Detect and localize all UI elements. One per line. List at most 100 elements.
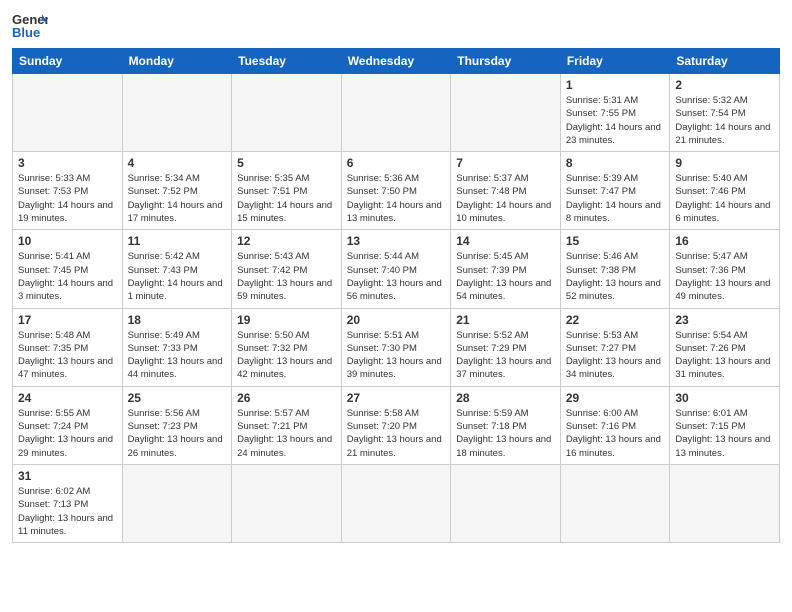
- day-number: 10: [18, 234, 117, 248]
- day-number: 30: [675, 391, 774, 405]
- day-info: Sunrise: 5:52 AM Sunset: 7:29 PM Dayligh…: [456, 329, 555, 382]
- day-info: Sunrise: 5:35 AM Sunset: 7:51 PM Dayligh…: [237, 172, 336, 225]
- logo: General Blue: [12, 10, 48, 40]
- weekday-saturday: Saturday: [670, 49, 780, 74]
- day-number: 18: [128, 313, 227, 327]
- day-info: Sunrise: 5:46 AM Sunset: 7:38 PM Dayligh…: [566, 250, 665, 303]
- calendar-cell-w1d0: 3 Sunrise: 5:33 AM Sunset: 7:53 PM Daylig…: [13, 152, 123, 230]
- day-info: Sunrise: 5:34 AM Sunset: 7:52 PM Dayligh…: [128, 172, 227, 225]
- day-number: 5: [237, 156, 336, 170]
- calendar-cell-w1d1: 4 Sunrise: 5:34 AM Sunset: 7:52 PM Daylig…: [122, 152, 232, 230]
- day-info: Sunrise: 6:01 AM Sunset: 7:15 PM Dayligh…: [675, 407, 774, 460]
- day-number: 11: [128, 234, 227, 248]
- day-number: 24: [18, 391, 117, 405]
- day-number: 20: [347, 313, 446, 327]
- calendar-cell-w1d4: 7Sunrise: 5:37 AM Sunset: 7:48 PM Daylig…: [451, 152, 561, 230]
- calendar-cell-w1d3: 6 Sunrise: 5:36 AM Sunset: 7:50 PM Daylig…: [341, 152, 451, 230]
- day-number: 21: [456, 313, 555, 327]
- day-info: Sunrise: 5:53 AM Sunset: 7:27 PM Dayligh…: [566, 329, 665, 382]
- calendar-cell-w2d6: 16Sunrise: 5:47 AM Sunset: 7:36 PM Dayli…: [670, 230, 780, 308]
- day-number: 17: [18, 313, 117, 327]
- calendar-cell-w4d0: 24 Sunrise: 5:55 AM Sunset: 7:24 PM Dayli…: [13, 386, 123, 464]
- day-number: 27: [347, 391, 446, 405]
- day-number: 13: [347, 234, 446, 248]
- calendar-table: SundayMondayTuesdayWednesdayThursdayFrid…: [12, 48, 780, 543]
- day-number: 25: [128, 391, 227, 405]
- calendar-cell-w5d6: [670, 464, 780, 542]
- calendar-cell-w5d2: [232, 464, 342, 542]
- day-number: 15: [566, 234, 665, 248]
- day-info: Sunrise: 5:42 AM Sunset: 7:43 PM Dayligh…: [128, 250, 227, 303]
- calendar-week-1: 3 Sunrise: 5:33 AM Sunset: 7:53 PM Daylig…: [13, 152, 780, 230]
- weekday-header-row: SundayMondayTuesdayWednesdayThursdayFrid…: [13, 49, 780, 74]
- day-info: Sunrise: 5:41 AM Sunset: 7:45 PM Dayligh…: [18, 250, 117, 303]
- day-number: 19: [237, 313, 336, 327]
- day-info: Sunrise: 5:39 AM Sunset: 7:47 PM Dayligh…: [566, 172, 665, 225]
- calendar-cell-w5d4: [451, 464, 561, 542]
- day-number: 3: [18, 156, 117, 170]
- calendar-cell-w3d3: 20 Sunrise: 5:51 AM Sunset: 7:30 PM Dayli…: [341, 308, 451, 386]
- calendar-cell-w2d1: 11 Sunrise: 5:42 AM Sunset: 7:43 PM Dayli…: [122, 230, 232, 308]
- weekday-monday: Monday: [122, 49, 232, 74]
- day-number: 8: [566, 156, 665, 170]
- day-number: 29: [566, 391, 665, 405]
- calendar-cell-w2d4: 14Sunrise: 5:45 AM Sunset: 7:39 PM Dayli…: [451, 230, 561, 308]
- day-info: Sunrise: 5:51 AM Sunset: 7:30 PM Dayligh…: [347, 329, 446, 382]
- logo-icon: General Blue: [12, 10, 48, 40]
- day-number: 23: [675, 313, 774, 327]
- calendar-cell-w4d6: 30 Sunrise: 6:01 AM Sunset: 7:15 PM Dayli…: [670, 386, 780, 464]
- calendar-cell-w3d1: 18 Sunrise: 5:49 AM Sunset: 7:33 PM Dayli…: [122, 308, 232, 386]
- day-number: 4: [128, 156, 227, 170]
- day-info: Sunrise: 5:59 AM Sunset: 7:18 PM Dayligh…: [456, 407, 555, 460]
- calendar-cell-w0d2: [232, 74, 342, 152]
- day-info: Sunrise: 5:58 AM Sunset: 7:20 PM Dayligh…: [347, 407, 446, 460]
- weekday-sunday: Sunday: [13, 49, 123, 74]
- weekday-tuesday: Tuesday: [232, 49, 342, 74]
- calendar-cell-w3d2: 19 Sunrise: 5:50 AM Sunset: 7:32 PM Dayli…: [232, 308, 342, 386]
- calendar-cell-w4d1: 25Sunrise: 5:56 AM Sunset: 7:23 PM Dayli…: [122, 386, 232, 464]
- day-info: Sunrise: 5:36 AM Sunset: 7:50 PM Dayligh…: [347, 172, 446, 225]
- day-info: Sunrise: 5:47 AM Sunset: 7:36 PM Dayligh…: [675, 250, 774, 303]
- calendar-cell-w4d2: 26Sunrise: 5:57 AM Sunset: 7:21 PM Dayli…: [232, 386, 342, 464]
- day-number: 14: [456, 234, 555, 248]
- day-info: Sunrise: 5:50 AM Sunset: 7:32 PM Dayligh…: [237, 329, 336, 382]
- day-number: 6: [347, 156, 446, 170]
- day-info: Sunrise: 5:40 AM Sunset: 7:46 PM Dayligh…: [675, 172, 774, 225]
- day-info: Sunrise: 5:31 AM Sunset: 7:55 PM Dayligh…: [566, 94, 665, 147]
- calendar-cell-w1d5: 8 Sunrise: 5:39 AM Sunset: 7:47 PM Daylig…: [560, 152, 670, 230]
- calendar-cell-w0d4: [451, 74, 561, 152]
- weekday-thursday: Thursday: [451, 49, 561, 74]
- svg-text:Blue: Blue: [12, 25, 40, 40]
- calendar-cell-w4d4: 28 Sunrise: 5:59 AM Sunset: 7:18 PM Dayli…: [451, 386, 561, 464]
- calendar-cell-w0d1: [122, 74, 232, 152]
- calendar-week-5: 31 Sunrise: 6:02 AM Sunset: 7:13 PM Dayli…: [13, 464, 780, 542]
- day-info: Sunrise: 5:49 AM Sunset: 7:33 PM Dayligh…: [128, 329, 227, 382]
- day-info: Sunrise: 5:33 AM Sunset: 7:53 PM Dayligh…: [18, 172, 117, 225]
- day-info: Sunrise: 5:55 AM Sunset: 7:24 PM Dayligh…: [18, 407, 117, 460]
- weekday-friday: Friday: [560, 49, 670, 74]
- day-number: 22: [566, 313, 665, 327]
- day-number: 1: [566, 78, 665, 92]
- day-info: Sunrise: 5:43 AM Sunset: 7:42 PM Dayligh…: [237, 250, 336, 303]
- calendar-cell-w3d6: 23Sunrise: 5:54 AM Sunset: 7:26 PM Dayli…: [670, 308, 780, 386]
- day-number: 28: [456, 391, 555, 405]
- calendar-cell-w4d3: 27 Sunrise: 5:58 AM Sunset: 7:20 PM Dayli…: [341, 386, 451, 464]
- calendar-cell-w2d3: 13Sunrise: 5:44 AM Sunset: 7:40 PM Dayli…: [341, 230, 451, 308]
- calendar-cell-w3d4: 21 Sunrise: 5:52 AM Sunset: 7:29 PM Dayli…: [451, 308, 561, 386]
- day-info: Sunrise: 5:32 AM Sunset: 7:54 PM Dayligh…: [675, 94, 774, 147]
- calendar-cell-w2d0: 10 Sunrise: 5:41 AM Sunset: 7:45 PM Dayli…: [13, 230, 123, 308]
- calendar-cell-w2d5: 15 Sunrise: 5:46 AM Sunset: 7:38 PM Dayli…: [560, 230, 670, 308]
- calendar-cell-w2d2: 12Sunrise: 5:43 AM Sunset: 7:42 PM Dayli…: [232, 230, 342, 308]
- day-info: Sunrise: 5:37 AM Sunset: 7:48 PM Dayligh…: [456, 172, 555, 225]
- calendar-cell-w5d3: [341, 464, 451, 542]
- day-number: 31: [18, 469, 117, 483]
- calendar-week-0: 1 Sunrise: 5:31 AM Sunset: 7:55 PM Daylig…: [13, 74, 780, 152]
- weekday-wednesday: Wednesday: [341, 49, 451, 74]
- calendar-cell-w0d5: 1 Sunrise: 5:31 AM Sunset: 7:55 PM Daylig…: [560, 74, 670, 152]
- calendar-week-2: 10 Sunrise: 5:41 AM Sunset: 7:45 PM Dayli…: [13, 230, 780, 308]
- calendar-cell-w4d5: 29Sunrise: 6:00 AM Sunset: 7:16 PM Dayli…: [560, 386, 670, 464]
- calendar-cell-w5d0: 31 Sunrise: 6:02 AM Sunset: 7:13 PM Dayli…: [13, 464, 123, 542]
- day-info: Sunrise: 6:02 AM Sunset: 7:13 PM Dayligh…: [18, 485, 117, 538]
- page-header: General Blue: [12, 10, 780, 40]
- calendar-cell-w0d3: [341, 74, 451, 152]
